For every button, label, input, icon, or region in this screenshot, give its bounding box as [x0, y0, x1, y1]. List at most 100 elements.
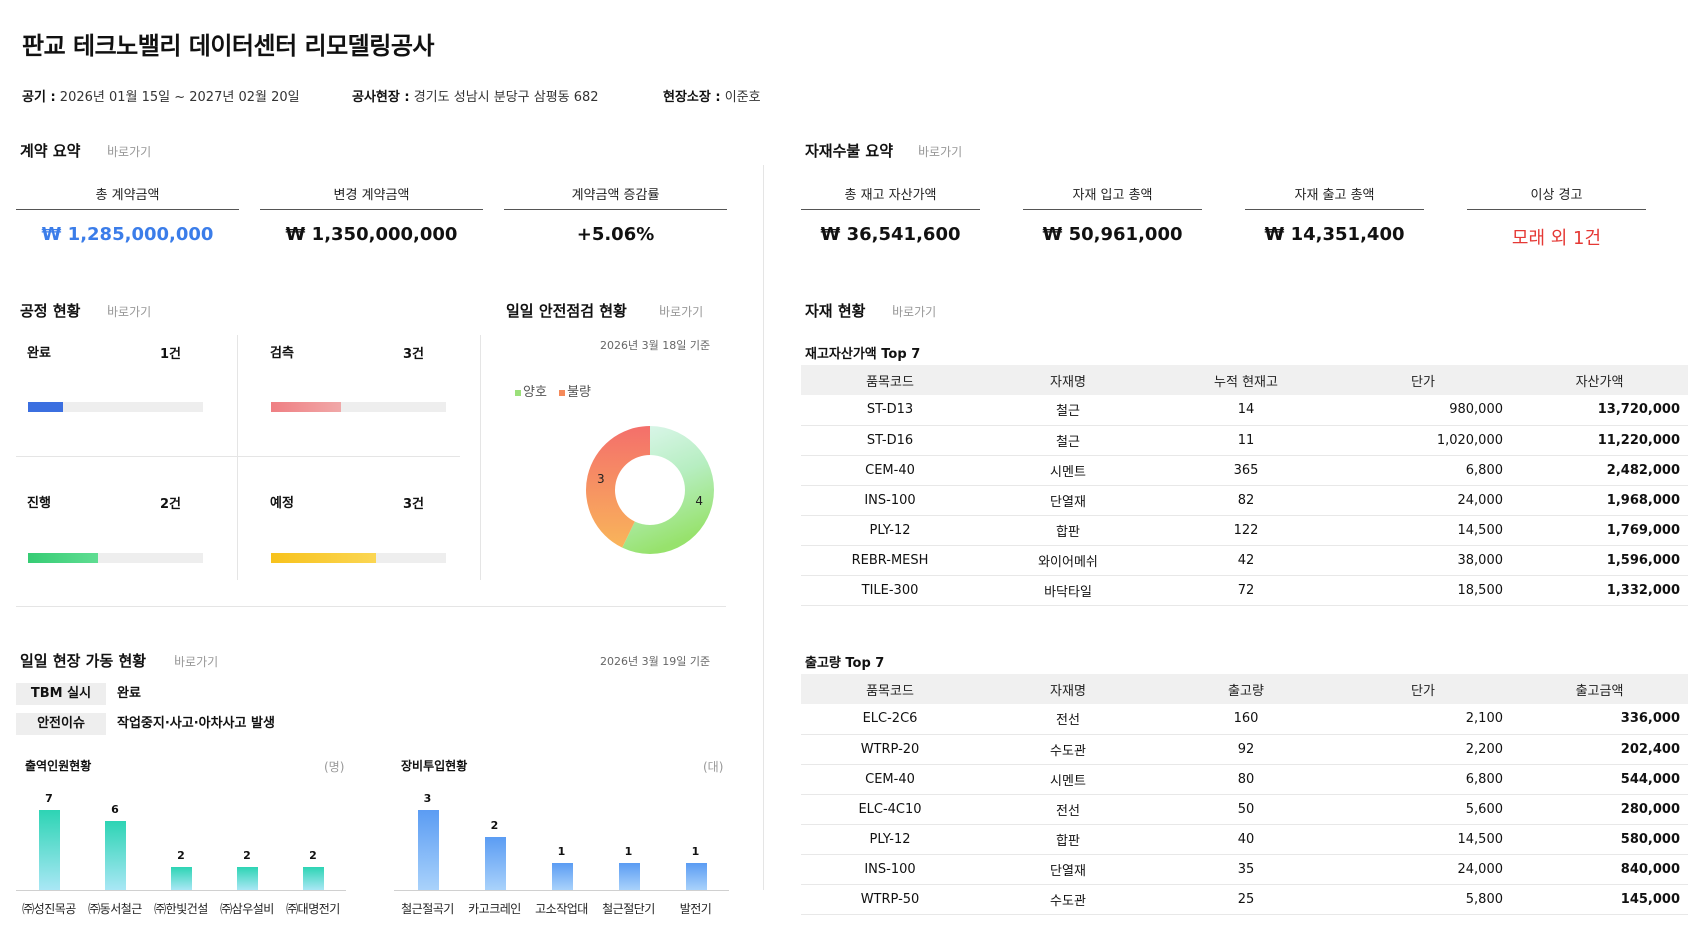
- table-row: ELC-4C10 전선 50 5,600 280,000: [801, 794, 1688, 825]
- process-section-title: 공정 현황: [20, 302, 81, 320]
- process-label-inspect: 검측: [270, 346, 294, 361]
- material-summary-title: 자재수불 요약: [805, 142, 894, 160]
- kpi-value: 모래 외 1건: [1511, 228, 1602, 249]
- table-cell: 82: [1157, 485, 1335, 516]
- process-shortcut-link[interactable]: I 바로가기: [107, 303, 151, 320]
- bar-category-label: 철근절단기: [602, 902, 655, 916]
- bar-value-label: 2: [490, 819, 499, 832]
- table-cell: INS-100: [801, 854, 979, 885]
- equip-chart-unit: (대): [703, 760, 724, 774]
- site-value: 경기도 성남시 분당구 삼평동 682: [413, 90, 599, 105]
- process-bar-fill: [28, 402, 63, 412]
- table-cell: 1,020,000: [1335, 425, 1511, 456]
- kpi-contract-change-rate: 계약금액 증감률 +5.06%: [504, 184, 727, 245]
- bar-chart-baseline: [394, 890, 729, 891]
- table-cell: 160: [1157, 704, 1335, 735]
- table-cell: 122: [1157, 515, 1335, 546]
- table-cell: ELC-4C10: [801, 794, 979, 825]
- kpi-value: ₩ 36,541,600: [820, 224, 961, 245]
- table-row: CEM-40 시멘트 365 6,800 2,482,000: [801, 455, 1688, 486]
- table-row: ST-D13 철근 14 980,000 13,720,000: [801, 395, 1688, 426]
- kpi-value: ₩ 1,350,000,000: [285, 224, 458, 245]
- table-cell: 5,600: [1335, 794, 1511, 825]
- daily-shortcut-link[interactable]: I 바로가기: [174, 653, 218, 670]
- table-row: PLY-12 합판 122 14,500 1,769,000: [801, 515, 1688, 546]
- process-label-progress: 진행: [27, 496, 51, 511]
- bar-category-label: 철근절곡기: [401, 902, 454, 916]
- period-value: 2026년 01월 15일 ~ 2027년 02월 20일: [59, 90, 300, 105]
- column-divider: [763, 165, 764, 890]
- bar-category-label: ㈜삼우설비: [220, 902, 274, 916]
- process-grid-divider: [480, 335, 481, 580]
- bar: [551, 863, 573, 890]
- table-header: 누적 현재고: [1157, 365, 1335, 395]
- manager-label: 현장소장 :: [663, 90, 721, 105]
- table-cell: ST-D16: [801, 425, 979, 456]
- asset-top-table: 품목코드 자재명 누적 현재고 단가 자산가액 ST-D13 철근 14 980,00…: [801, 365, 1688, 606]
- table-cell: ST-D13: [801, 395, 979, 426]
- table-cell: 40: [1157, 824, 1335, 855]
- table-cell: 544,000: [1511, 764, 1688, 795]
- kpi-changed-contract: 변경 계약금액 ₩ 1,350,000,000: [260, 184, 483, 245]
- table-cell: 합판: [979, 824, 1157, 855]
- process-bar-progress: [28, 553, 203, 563]
- table-cell: 전선: [979, 794, 1157, 825]
- table-cell: 6,800: [1335, 764, 1511, 795]
- table-cell: 336,000: [1511, 704, 1688, 735]
- legend-bad-swatch: [559, 389, 566, 396]
- bar: [105, 821, 126, 890]
- bar: [303, 867, 324, 890]
- daily-section-title: 일일 현장 가동 현황: [20, 652, 147, 670]
- table-cell: 단열재: [979, 485, 1157, 516]
- bar-category-label: 발전기: [679, 902, 712, 916]
- bar: [685, 863, 707, 890]
- table-cell: 2,482,000: [1511, 455, 1688, 486]
- table-cell: REBR-MESH: [801, 545, 979, 576]
- process-bar-done: [28, 402, 203, 412]
- table-cell: 바닥타일: [979, 575, 1157, 606]
- inventory-shortcut-link[interactable]: I 바로가기: [892, 303, 936, 320]
- workers-bar-chart: 7 ㈜성진목공 6 ㈜동서철근 2 ㈜한빛건설 2 ㈜삼우설비 2 ㈜대명전기: [16, 790, 346, 916]
- donut-label-bad: 3: [597, 472, 605, 486]
- material-summary-shortcut-link[interactable]: I 바로가기: [918, 143, 962, 160]
- table-header: 자재명: [979, 674, 1157, 704]
- safety-shortcut-link[interactable]: I 바로가기: [659, 303, 703, 320]
- safety-donut-chart: 4 3: [586, 426, 714, 554]
- table-cell: 6,800: [1335, 455, 1511, 486]
- table-header: 출고금액: [1511, 674, 1688, 704]
- out-top-title: 출고량 Top 7: [805, 656, 885, 671]
- table-row: CEM-40 시멘트 80 6,800 544,000: [801, 764, 1688, 795]
- kpi-value: ₩ 1,285,000,000: [41, 224, 214, 245]
- table-cell: WTRP-20: [801, 734, 979, 765]
- page-title: 판교 테크노밸리 데이터센터 리모델링공사: [22, 32, 435, 60]
- out-top-table: 품목코드 자재명 출고량 단가 출고금액 ELC-2C6 전선 160 2,100 33…: [801, 674, 1688, 915]
- equip-bar-chart: 3 철근절곡기 2 카고크레인 1 고소작업대 1 철근절단기 1 발전기: [394, 790, 730, 916]
- bar-category-label: ㈜성진목공: [22, 902, 76, 916]
- tbm-value: 완료: [117, 686, 141, 701]
- table-cell: 2,200: [1335, 734, 1511, 765]
- bar-value-label: 1: [624, 845, 633, 858]
- table-cell: 시멘트: [979, 764, 1157, 795]
- table-row: INS-100 단열재 35 24,000 840,000: [801, 854, 1688, 885]
- kpi-material-in: 자재 입고 총액 ₩ 50,961,000: [1023, 184, 1202, 245]
- kpi-anomaly-alert[interactable]: 이상 경고 모래 외 1건: [1467, 184, 1646, 250]
- kpi-value: ₩ 50,961,000: [1042, 224, 1183, 245]
- process-bar-fill: [271, 553, 376, 563]
- table-cell: 25: [1157, 884, 1335, 915]
- table-cell: 5,800: [1335, 884, 1511, 915]
- contract-shortcut-link[interactable]: I 바로가기: [107, 143, 151, 160]
- table-row: REBR-MESH 와이어메쉬 42 38,000 1,596,000: [801, 545, 1688, 576]
- bar-value-label: 2: [309, 849, 317, 862]
- kpi-label: 자재 출고 총액: [1245, 184, 1424, 210]
- kpi-total-inventory: 총 재고 자산가액 ₩ 36,541,600: [801, 184, 980, 245]
- table-cell: 1,596,000: [1511, 545, 1688, 576]
- kpi-label: 변경 계약금액: [260, 184, 483, 210]
- table-cell: 980,000: [1335, 395, 1511, 426]
- table-cell: 1,769,000: [1511, 515, 1688, 546]
- period-label: 공기 :: [22, 90, 56, 105]
- bar: [417, 810, 439, 890]
- table-cell: 42: [1157, 545, 1335, 576]
- table-cell: 11: [1157, 425, 1335, 456]
- table-cell: INS-100: [801, 485, 979, 516]
- bar-value-label: 2: [177, 849, 185, 862]
